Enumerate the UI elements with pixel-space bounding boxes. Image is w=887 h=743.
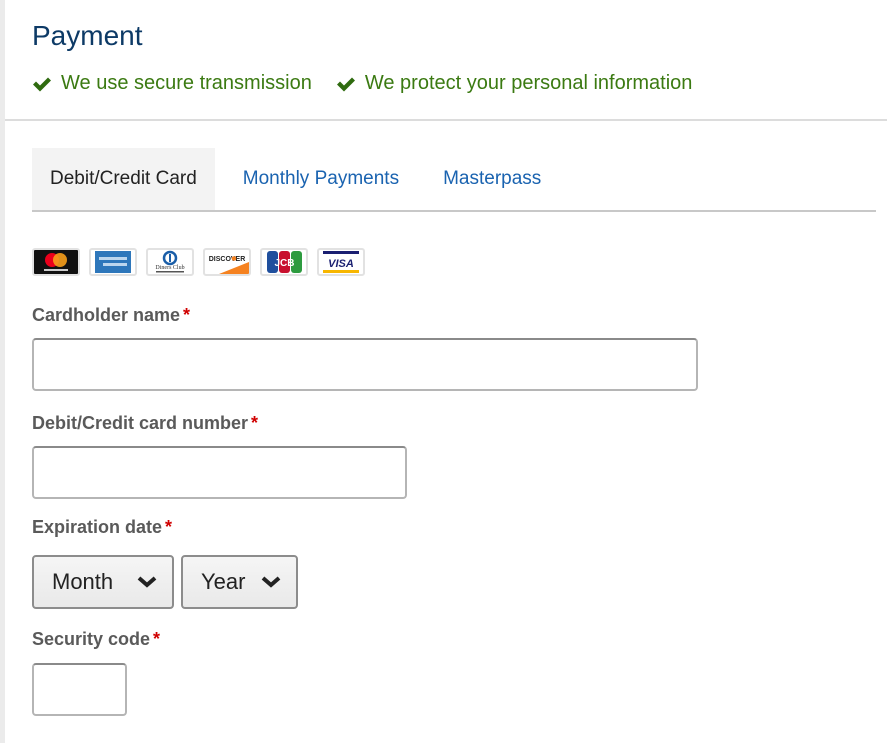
svg-text:DISCOVER: DISCOVER: [209, 256, 246, 263]
chevron-down-icon: [262, 576, 281, 588]
assurance-protect-info: We protect your personal information: [336, 72, 693, 95]
required-asterisk: *: [251, 413, 259, 433]
required-asterisk: *: [165, 517, 173, 537]
assurance-text: We protect your personal information: [364, 72, 693, 94]
svg-text:Diners Club: Diners Club: [155, 265, 184, 271]
expiration-date-label: Expiration date *: [32, 517, 172, 538]
accepted-cards: Diners Club DISCOVER JCB VISA: [32, 248, 365, 276]
mastercard-icon: [32, 248, 80, 276]
discover-icon: DISCOVER: [203, 248, 251, 276]
label-text: Cardholder name: [32, 305, 181, 325]
payment-header: Payment We use secure transmission We pr…: [5, 0, 887, 122]
check-icon: [33, 77, 51, 91]
expiration-year-select[interactable]: Year: [181, 555, 298, 609]
security-code-label: Security code *: [32, 629, 160, 650]
required-asterisk: *: [153, 629, 161, 649]
security-assurances: We use secure transmission We protect yo…: [32, 72, 692, 95]
month-selected-value: Month: [52, 569, 114, 594]
chevron-down-icon: [137, 576, 157, 588]
security-code-input[interactable]: [32, 663, 127, 716]
svg-text:VISA: VISA: [328, 258, 354, 270]
page-title: Payment: [32, 20, 143, 51]
cardholder-name-input[interactable]: [32, 338, 698, 391]
expiration-month-select[interactable]: Month: [32, 555, 174, 609]
header-divider: [5, 119, 887, 121]
label-text: Expiration date: [32, 517, 163, 537]
diners-club-icon: Diners Club: [146, 248, 194, 276]
svg-text:JCB: JCB: [274, 258, 294, 269]
payment-method-tabs: Debit/Credit Card Monthly Payments Maste…: [32, 148, 876, 212]
required-asterisk: *: [183, 305, 191, 325]
year-selected-value: Year: [201, 569, 246, 594]
cardholder-name-label: Cardholder name *: [32, 305, 190, 326]
visa-icon: VISA: [317, 248, 365, 276]
assurance-secure-transmission: We use secure transmission: [32, 72, 312, 95]
tab-debit-credit-card[interactable]: Debit/Credit Card: [32, 148, 215, 210]
check-icon: [336, 77, 355, 91]
tab-masterpass[interactable]: Masterpass: [425, 148, 559, 210]
american-express-icon: [89, 248, 137, 276]
jcb-icon: JCB: [260, 248, 308, 276]
tab-monthly-payments[interactable]: Monthly Payments: [225, 148, 417, 210]
label-text: Debit/Credit card number: [32, 413, 249, 433]
card-number-label: Debit/Credit card number *: [32, 413, 258, 434]
assurance-text: We use secure transmission: [61, 72, 312, 94]
card-number-input[interactable]: [32, 446, 407, 499]
label-text: Security code: [32, 629, 151, 649]
